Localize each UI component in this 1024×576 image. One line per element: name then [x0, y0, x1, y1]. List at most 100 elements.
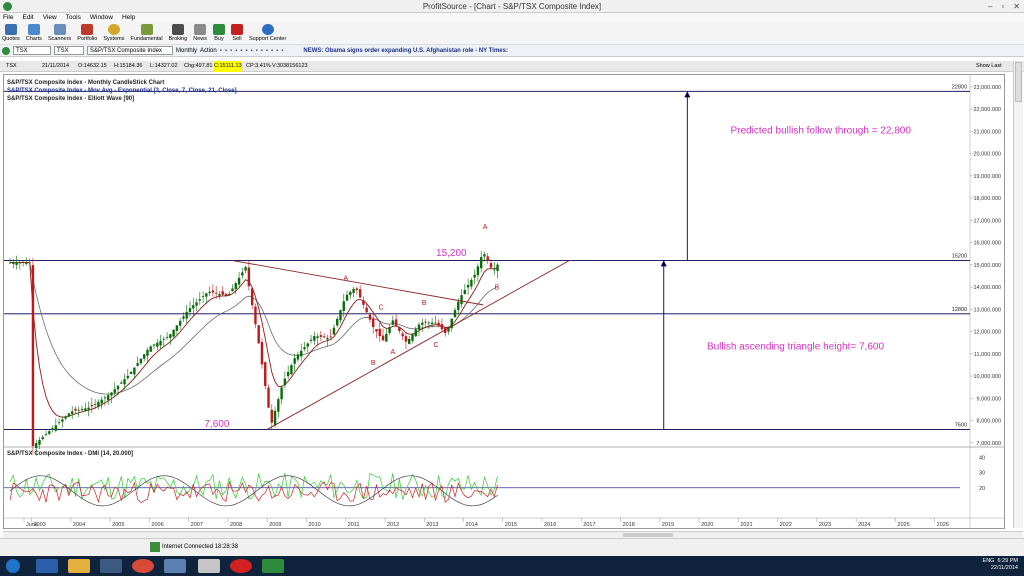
taskbar: ENG 6:29 PM 22/11/2014: [0, 556, 1024, 576]
candle-body: [300, 350, 303, 357]
ema-7-line: [10, 262, 498, 418]
wave-label: A: [483, 224, 488, 231]
x-tick-label: 2004: [73, 522, 85, 528]
security-name-field[interactable]: S&P/TSX Composite Index: [87, 46, 173, 55]
close-icon[interactable]: ✕: [1013, 0, 1020, 13]
candle-body: [234, 283, 237, 290]
candle-body: [365, 307, 368, 313]
menu-file[interactable]: File: [3, 13, 13, 23]
minimize-icon[interactable]: –: [988, 0, 992, 13]
symbol-input[interactable]: TSX: [13, 46, 51, 55]
menu-view[interactable]: View: [43, 13, 57, 23]
news-ticker[interactable]: NEWS: Obama signs order expanding U.S. A…: [303, 48, 508, 54]
price-chart[interactable]: 7,000.000 8,000.000 9,000.000 10,000.000 11,…: [4, 75, 1004, 528]
news-button[interactable]: News: [193, 23, 207, 44]
ie-icon[interactable]: [36, 559, 58, 573]
systems-button[interactable]: Systems: [103, 23, 124, 44]
toolbar-icons[interactable]: ▪▪▪▪▪▪▪▪▪▪▪▪▪: [220, 48, 287, 54]
quote-low: L:14327.02: [150, 63, 178, 69]
horizontal-level-label: 22800: [952, 84, 967, 90]
candle-body: [273, 410, 277, 426]
fundamental-button[interactable]: Fundamental: [130, 23, 163, 44]
quotes-button[interactable]: Quotes: [2, 23, 20, 44]
y-tick-label: 18,000.000: [973, 196, 1001, 202]
candle-body: [326, 337, 329, 340]
maximize-icon[interactable]: ▫: [1001, 0, 1004, 13]
x-tick-label: 2018: [623, 522, 635, 528]
x-tick-label: 2013: [426, 522, 438, 528]
profitsource-icon[interactable]: [230, 559, 252, 573]
candle-body: [277, 399, 280, 412]
app-icon-6[interactable]: [198, 559, 220, 573]
candle-body: [152, 344, 156, 346]
candle-body: [427, 322, 431, 324]
buy-button[interactable]: Buy: [213, 23, 225, 44]
candle-body: [375, 328, 378, 332]
candle-body: [169, 334, 172, 338]
system-tray[interactable]: ENG 6:29 PM 22/11/2014: [983, 558, 1018, 572]
candle-body: [322, 336, 326, 338]
x-tick-label: 2005: [112, 522, 124, 528]
y-tick-label: 22,000.000: [973, 107, 1001, 113]
candle-body: [303, 347, 306, 350]
media-icon[interactable]: [100, 559, 122, 573]
portfolio-button[interactable]: Portfolio: [77, 23, 97, 44]
horizontal-scrollbar[interactable]: [3, 531, 1023, 538]
candle-body: [35, 443, 38, 449]
candle-body: [61, 419, 64, 422]
folder-icon[interactable]: [68, 559, 90, 573]
candle-body: [424, 321, 427, 323]
start-icon[interactable]: [6, 559, 20, 573]
app-icon-5[interactable]: [164, 559, 186, 573]
period-select[interactable]: Monthly: [176, 48, 197, 54]
chrome-icon[interactable]: [132, 559, 154, 573]
keyboard-language[interactable]: ENG: [983, 558, 995, 564]
candle-body: [57, 422, 61, 424]
app-icon-8[interactable]: [262, 559, 284, 573]
candle-body: [401, 333, 404, 337]
broking-button[interactable]: Broking: [169, 23, 187, 44]
exchange-select[interactable]: TSX: [54, 46, 84, 55]
horizontal-level-label: 7600: [955, 422, 967, 428]
candle-body: [48, 431, 51, 434]
menu-edit[interactable]: Edit: [22, 13, 33, 23]
horizontal-scroll-thumb[interactable]: [623, 533, 673, 537]
chart-panel[interactable]: 7,000.000 8,000.000 9,000.000 10,000.000 11,…: [3, 74, 1005, 529]
candle-body: [421, 322, 424, 325]
candle-body: [417, 324, 421, 330]
sell-button[interactable]: Sell: [231, 23, 243, 44]
connection-status: Internet Connected 18:28:38: [162, 544, 239, 550]
candle-body: [372, 318, 375, 328]
charts-button[interactable]: Charts: [26, 23, 42, 44]
candle-body: [129, 372, 133, 374]
vertical-scroll-thumb[interactable]: [1015, 62, 1022, 102]
support-center-button[interactable]: Support Center: [249, 23, 286, 44]
action-menu[interactable]: Action: [200, 48, 217, 54]
overlay-title: S&P/TSX Composite Index - Mov Avg - Expo…: [7, 88, 237, 94]
x-tick-label: 2014: [466, 522, 478, 528]
candle-body: [391, 320, 395, 325]
menu-window[interactable]: Window: [90, 13, 113, 23]
quote-bar: TSX 21/11/2014 O:14632.15 H:15184.36 L:1…: [0, 61, 1024, 72]
candle-body: [286, 371, 290, 377]
y-tick-label: 20,000.000: [973, 152, 1001, 158]
candle-body: [355, 288, 359, 291]
candle-body: [221, 291, 224, 295]
candle-body: [185, 311, 188, 319]
candle-body: [182, 316, 185, 319]
y-tick-label: 16,000.000: [973, 241, 1001, 247]
candle-body: [113, 389, 116, 393]
candle-body: [486, 256, 489, 261]
scanners-button[interactable]: Scanners: [48, 23, 71, 44]
candle-body: [388, 327, 391, 334]
candle-body: [133, 367, 136, 375]
menu-help[interactable]: Help: [122, 13, 135, 23]
x-tick-label: 2010: [308, 522, 320, 528]
candle-body: [175, 325, 179, 331]
show-last-button[interactable]: Show Last: [976, 61, 1002, 72]
candle-body: [394, 319, 398, 326]
candle-body: [398, 327, 401, 332]
candle-body: [100, 399, 103, 404]
menu-tools[interactable]: Tools: [66, 13, 81, 23]
vertical-scrollbar[interactable]: [1013, 62, 1023, 528]
